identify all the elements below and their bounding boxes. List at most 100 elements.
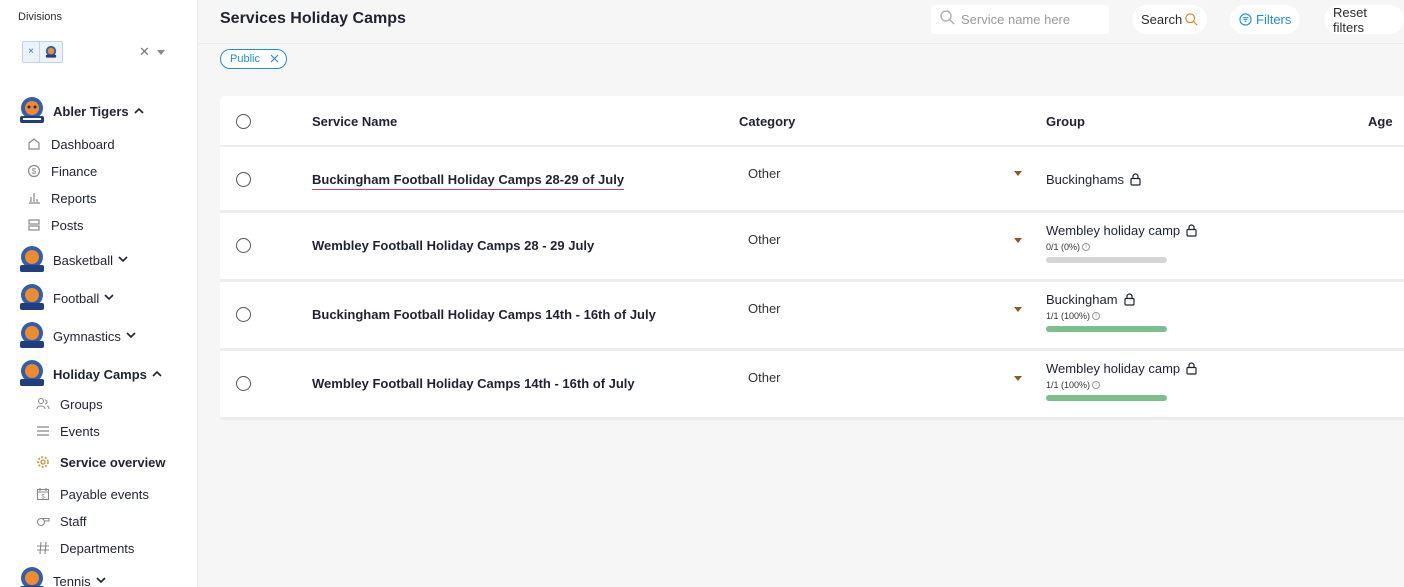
capacity-progress-bar — [1046, 326, 1167, 332]
chevron-down-icon — [126, 331, 136, 342]
menu-icon — [35, 423, 51, 439]
search-button[interactable]: Search — [1132, 5, 1208, 34]
remove-division-icon[interactable]: × — [23, 42, 40, 62]
row-select-radio[interactable] — [236, 307, 251, 322]
sidebar-item-service-overview[interactable]: Service overview — [35, 454, 166, 470]
category-value[interactable]: Other — [748, 301, 781, 316]
category-value[interactable]: Other — [748, 232, 781, 247]
tigers-logo-icon — [17, 96, 47, 126]
filter-tag-label: Public — [230, 53, 260, 65]
sidebar-item-finance[interactable]: $ Finance — [26, 163, 97, 179]
bar-chart-icon — [26, 190, 42, 206]
capacity-progress-fill — [1046, 326, 1167, 332]
club-holiday-camps[interactable]: Holiday Camps — [17, 359, 162, 389]
column-header-service-name[interactable]: Service Name — [312, 114, 397, 129]
calendar-dollar-icon: $ — [35, 486, 51, 502]
sidebar-item-events[interactable]: Events — [35, 423, 100, 439]
table-row[interactable]: Buckingham Football Holiday Camps 14th -… — [220, 282, 1404, 351]
service-name[interactable]: Wembley Football Holiday Camps 28 - 29 J… — [312, 238, 594, 253]
table-row[interactable]: Wembley Football Holiday Camps 14th - 16… — [220, 351, 1404, 420]
lock-icon — [1130, 173, 1141, 186]
sidebar-item-staff[interactable]: Staff — [35, 513, 87, 529]
club-tennis[interactable]: Tennis — [17, 566, 106, 587]
sidebar-item-dashboard[interactable]: Dashboard — [26, 136, 115, 152]
lock-icon — [1123, 293, 1135, 306]
sidebar-item-posts[interactable]: Posts — [26, 217, 84, 233]
column-header-category[interactable]: Category — [739, 114, 795, 129]
page-title: Services Holiday Camps — [220, 10, 406, 27]
service-name[interactable]: Wembley Football Holiday Camps 14th - 16… — [312, 376, 635, 391]
club-basketball[interactable]: Basketball — [17, 245, 128, 275]
svg-text:$: $ — [32, 167, 37, 176]
capacity-progress-fill — [1046, 395, 1167, 401]
chevron-up-icon — [152, 369, 162, 380]
divisions-label: Divisions — [18, 11, 63, 23]
reset-filters-button[interactable]: Reset filters — [1324, 4, 1404, 35]
info-icon[interactable]: i — [1092, 312, 1101, 320]
row-select-radio[interactable] — [236, 172, 251, 187]
reset-filters-label: Reset filters — [1333, 4, 1367, 35]
sidebar-item-groups[interactable]: Groups — [35, 396, 103, 412]
capacity-text: 0/1 (0%) — [1046, 242, 1081, 252]
club-label: Abler Tigers — [53, 103, 129, 119]
category-dropdown-icon[interactable] — [1014, 171, 1022, 176]
category-dropdown-icon[interactable] — [1014, 307, 1022, 312]
club-label: Gymnastics — [53, 328, 121, 344]
tigers-logo-icon — [40, 42, 62, 62]
chevron-up-icon — [134, 106, 144, 117]
club-label: Basketball — [53, 252, 113, 268]
search-input[interactable] — [961, 12, 1101, 27]
category-dropdown-icon[interactable] — [1014, 376, 1022, 381]
club-gymnastics[interactable]: Gymnastics — [17, 321, 136, 351]
club-football[interactable]: Football — [17, 283, 114, 313]
filter-tag-public[interactable]: Public — [220, 49, 287, 69]
sidebar-item-label: Staff — [60, 513, 87, 529]
close-icon[interactable] — [270, 52, 279, 66]
groups-icon — [35, 396, 51, 412]
info-icon[interactable]: i — [1092, 381, 1101, 389]
group-capacity: 1/1 (100%) i — [1046, 311, 1101, 321]
sidebar-item-label: Dashboard — [51, 136, 115, 152]
search-icon — [1185, 13, 1198, 26]
row-select-radio[interactable] — [236, 376, 251, 391]
category-dropdown-icon[interactable] — [1014, 238, 1022, 243]
group-cell: Wembley holiday camp — [1046, 361, 1197, 376]
category-value[interactable]: Other — [748, 370, 781, 385]
row-select-radio[interactable] — [236, 238, 251, 253]
filters-button[interactable]: Filters — [1230, 5, 1301, 34]
sidebar-item-reports[interactable]: Reports — [26, 190, 97, 206]
sidebar-item-label: Groups — [60, 396, 103, 412]
table-row[interactable]: Wembley Football Holiday Camps 28 - 29 J… — [220, 213, 1404, 282]
club-abler-tigers[interactable]: Abler Tigers — [17, 96, 144, 126]
tigers-logo-icon — [17, 359, 47, 389]
lock-icon — [1186, 224, 1197, 237]
sidebar-item-departments[interactable]: Departments — [35, 540, 134, 556]
category-value[interactable]: Other — [748, 166, 781, 181]
column-header-age[interactable]: Age — [1368, 114, 1393, 129]
search-field[interactable] — [931, 5, 1109, 34]
info-icon[interactable]: i — [1082, 243, 1091, 251]
dollar-icon: $ — [26, 163, 42, 179]
chevron-down-icon — [96, 576, 106, 587]
table-header: Service Name Category Group Age — [220, 96, 1404, 147]
table-row[interactable]: Buckingham Football Holiday Camps 28-29 … — [220, 147, 1404, 213]
service-name-link[interactable]: Buckingham Football Holiday Camps 28-29 … — [312, 172, 625, 190]
clear-selection-icon[interactable]: ✕ — [139, 44, 150, 60]
group-capacity: 0/1 (0%) i — [1046, 242, 1091, 252]
home-icon — [26, 136, 42, 152]
sidebar-item-label: Finance — [51, 163, 98, 179]
service-name[interactable]: Buckingham Football Holiday Camps 14th -… — [312, 307, 656, 322]
capacity-progress-bar — [1046, 257, 1167, 263]
capacity-progress-bar — [1046, 395, 1167, 401]
tigers-logo-icon — [17, 283, 47, 313]
filter-icon — [1239, 13, 1252, 26]
column-header-group[interactable]: Group — [1046, 114, 1085, 129]
divisions-select[interactable]: × ✕ — [18, 40, 170, 64]
select-all-radio[interactable] — [236, 114, 251, 129]
group-name: Wembley holiday camp — [1046, 223, 1181, 238]
dropdown-caret-icon[interactable] — [157, 50, 165, 55]
club-label: Football — [53, 290, 100, 306]
sidebar-item-label: Departments — [60, 540, 135, 556]
sidebar-item-payable-events[interactable]: $ Payable events — [35, 486, 149, 502]
group-name: Wembley holiday camp — [1046, 361, 1181, 376]
